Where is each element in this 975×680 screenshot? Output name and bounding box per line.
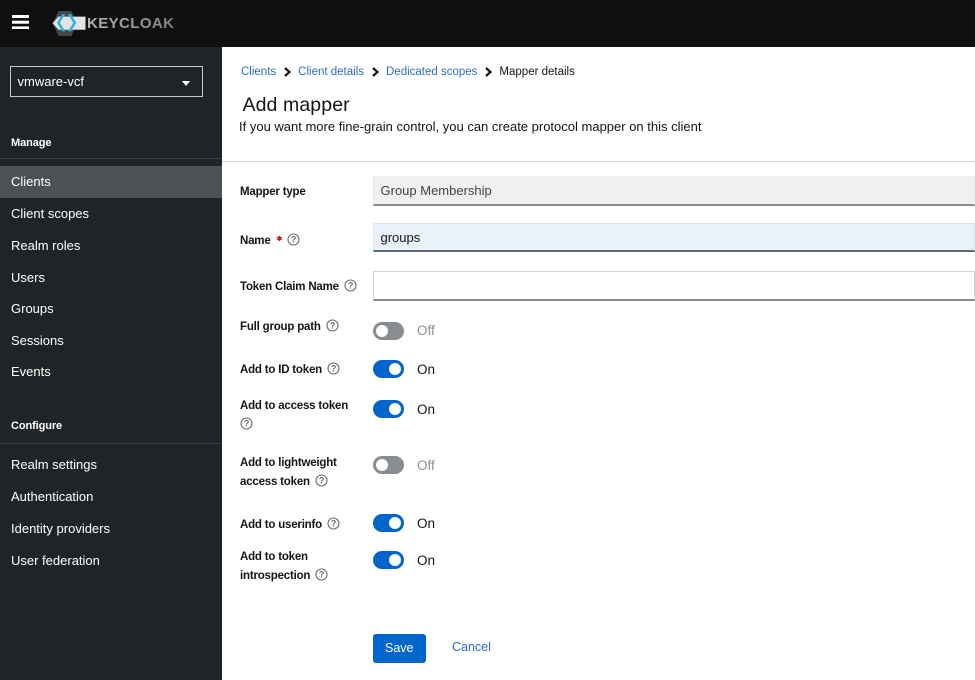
svg-text:?: ?	[331, 518, 336, 528]
svg-text:KEYCLOAK: KEYCLOAK	[87, 15, 174, 32]
svg-text:?: ?	[319, 569, 324, 579]
svg-text:?: ?	[319, 475, 324, 485]
svg-text:?: ?	[244, 418, 249, 428]
svg-text:?: ?	[330, 320, 335, 330]
svg-text:?: ?	[291, 234, 296, 244]
svg-text:?: ?	[348, 280, 353, 290]
svg-text:?: ?	[331, 363, 336, 373]
